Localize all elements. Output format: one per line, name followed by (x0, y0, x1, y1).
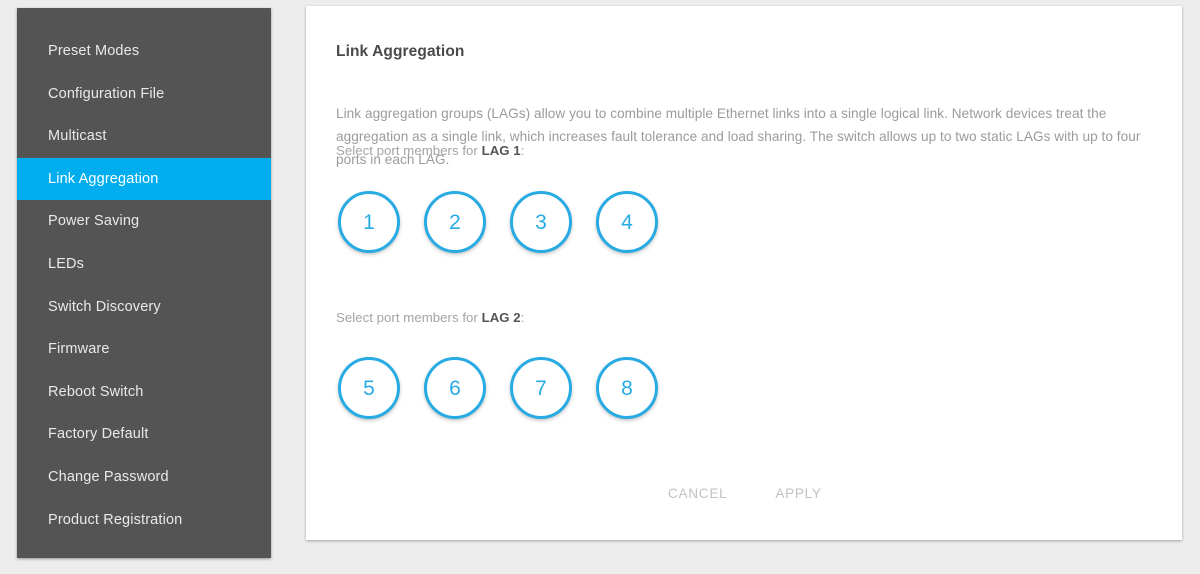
sidebar-item-label: Change Password (48, 468, 169, 485)
sidebar-item-label: Configuration File (48, 85, 165, 102)
app-root: Preset Modes Configuration File Multicas… (0, 0, 1200, 574)
content-card: Link Aggregation Link aggregation groups… (306, 6, 1182, 540)
lag2-port-group: 5 6 7 8 (338, 357, 658, 419)
sidebar-item-product-registration[interactable]: Product Registration (17, 499, 271, 542)
sidebar-item-firmware[interactable]: Firmware (17, 328, 271, 371)
lag2-label-name: LAG 2 (481, 310, 521, 325)
sidebar-item-label: Power Saving (48, 213, 140, 230)
sidebar-item-configuration-file[interactable]: Configuration File (17, 73, 271, 116)
port-toggle-5[interactable]: 5 (338, 357, 400, 419)
sidebar-item-label: Firmware (48, 341, 110, 358)
sidebar-item-factory-default[interactable]: Factory Default (17, 413, 271, 456)
lag1-label-name: LAG 1 (481, 143, 521, 158)
port-toggle-4[interactable]: 4 (596, 191, 658, 253)
port-number-label: 4 (621, 210, 633, 234)
lag2-label: Select port members for LAG 2: (336, 310, 524, 325)
sidebar-item-label: Link Aggregation (48, 170, 159, 187)
port-number-label: 5 (363, 376, 375, 400)
port-number-label: 6 (449, 376, 461, 400)
sidebar-item-label: Preset Modes (48, 43, 140, 60)
port-toggle-2[interactable]: 2 (424, 191, 486, 253)
sidebar-item-switch-discovery[interactable]: Switch Discovery (17, 286, 271, 329)
sidebar-item-label: Factory Default (48, 426, 149, 443)
lag2-label-suffix: : (520, 310, 525, 325)
port-toggle-8[interactable]: 8 (596, 357, 658, 419)
page-title: Link Aggregation (336, 43, 465, 61)
port-toggle-1[interactable]: 1 (338, 191, 400, 253)
sidebar-item-link-aggregation[interactable]: Link Aggregation (17, 157, 271, 201)
lag2-label-prefix: Select port members for (336, 310, 482, 325)
lag1-port-group: 1 2 3 4 (338, 191, 658, 253)
sidebar-item-label: LEDs (48, 256, 85, 273)
sidebar-item-label: Switch Discovery (48, 298, 161, 315)
port-toggle-3[interactable]: 3 (510, 191, 572, 253)
port-toggle-6[interactable]: 6 (424, 357, 486, 419)
sidebar-item-reboot-switch[interactable]: Reboot Switch (17, 371, 271, 414)
sidebar-nav: Preset Modes Configuration File Multicas… (17, 8, 271, 558)
sidebar-item-multicast[interactable]: Multicast (17, 115, 271, 158)
sidebar-item-label: Product Registration (48, 511, 183, 528)
port-toggle-7[interactable]: 7 (510, 357, 572, 419)
sidebar-item-leds[interactable]: LEDs (17, 243, 271, 286)
sidebar-item-label: Multicast (48, 128, 107, 145)
cancel-button[interactable]: CANCEL (658, 478, 737, 509)
sidebar-item-change-password[interactable]: Change Password (17, 456, 271, 499)
sidebar-item-power-saving[interactable]: Power Saving (17, 200, 271, 243)
sidebar-item-preset-modes[interactable]: Preset Modes (17, 30, 271, 73)
lag1-label: Select port members for LAG 1: (336, 143, 524, 158)
lag1-label-suffix: : (520, 143, 525, 158)
port-number-label: 3 (535, 210, 547, 234)
card-action-bar: CANCEL APPLY (306, 478, 1182, 509)
apply-button[interactable]: APPLY (765, 478, 831, 509)
port-number-label: 1 (363, 210, 375, 234)
port-number-label: 8 (621, 376, 633, 400)
port-number-label: 2 (449, 210, 461, 234)
lag1-label-prefix: Select port members for (336, 143, 482, 158)
page-description: Link aggregation groups (LAGs) allow you… (336, 105, 1141, 167)
sidebar-item-label: Reboot Switch (48, 383, 144, 400)
port-number-label: 7 (535, 376, 547, 400)
